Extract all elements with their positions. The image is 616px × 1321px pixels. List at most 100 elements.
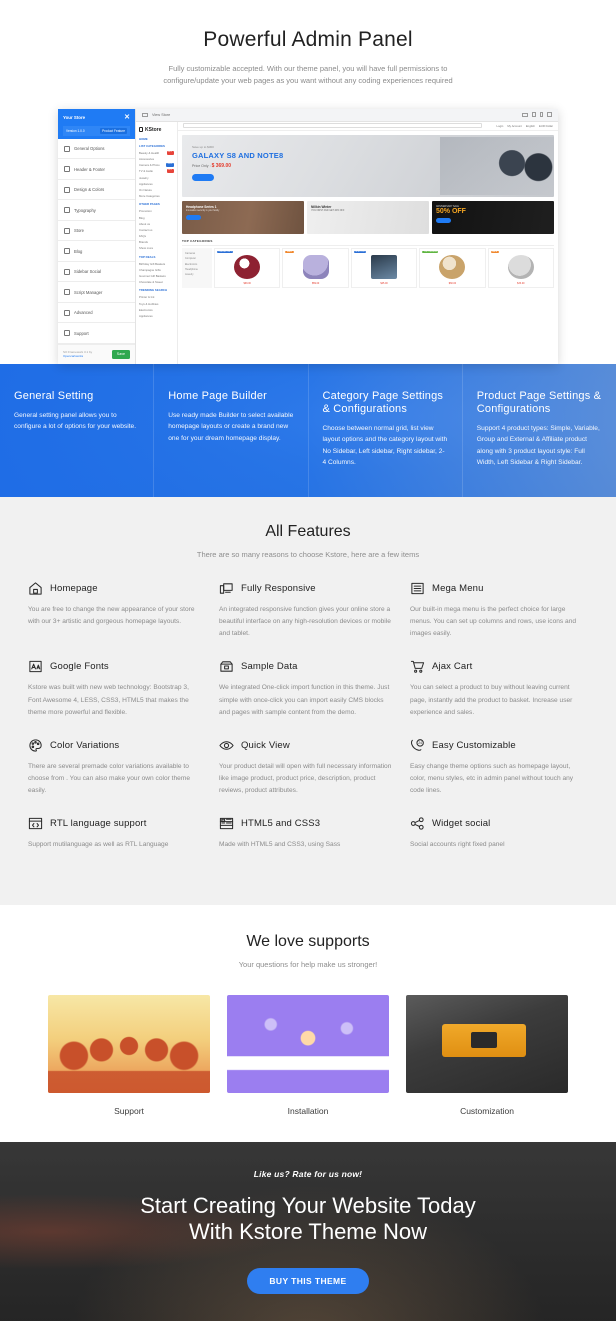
- product-card[interactable]: SALE $59.00: [282, 247, 349, 288]
- close-icon[interactable]: ✕: [124, 114, 130, 121]
- admin-menu-item[interactable]: Sidebar Social: [58, 262, 135, 283]
- admin-menu-item[interactable]: Header & Footer: [58, 159, 135, 180]
- feature-card-title: HTML5 and CSS3: [241, 818, 321, 830]
- feature-card: Ajax Cart You can select a product to buy…: [410, 659, 585, 719]
- banner-shop-now-button[interactable]: [192, 173, 214, 181]
- nav-top-deal-item-label: Gourmet Gift Baskets: [139, 274, 166, 279]
- admin-menu-item[interactable]: General Options: [58, 139, 135, 160]
- promo-2-title: Nillkin Winter: [311, 204, 332, 209]
- promo-3-discount: 50% OFF: [436, 207, 466, 215]
- admin-panel-screenshot: Your Store ✕ Version 1.0.0 Product Featu…: [58, 108, 558, 364]
- store-logo: KStore: [139, 127, 174, 133]
- feature-band-column: Product Page Settings & Configurations Su…: [461, 363, 616, 497]
- framework-credit-link[interactable]: Opencartworks: [63, 354, 92, 359]
- cta-kicker: Like us? Rate for us now!: [253, 1168, 363, 1179]
- nav-category-item-label: TV & Audio: [139, 169, 153, 174]
- support-caption: Installation: [287, 1105, 329, 1116]
- desktop-icon[interactable]: [521, 112, 528, 117]
- phone-24-icon: 24: [410, 738, 425, 753]
- feature-card-header: Homepage: [28, 581, 203, 596]
- keyboard-customize-key-photo: [406, 994, 568, 1093]
- admin-menu-item-label: Blog: [74, 248, 83, 254]
- nav-category-item[interactable]: More Categories: [139, 193, 174, 199]
- feature-card-title: Mega Menu: [432, 582, 484, 594]
- product-price: $60.00: [448, 281, 457, 285]
- product-label: ONLINE ONLY: [217, 250, 234, 253]
- promo-banner-1[interactable]: Headphone Series 1 Innovation security i…: [182, 200, 304, 234]
- nav-top-deal-item[interactable]: Chocolate & Sweet: [139, 279, 174, 285]
- feature-card-text: Kstore was built with new web technology…: [28, 684, 189, 716]
- promo-banners: Headphone Series 1 Innovation security i…: [182, 200, 554, 234]
- save-button[interactable]: Save: [111, 349, 130, 359]
- admin-menu-item-label: Typography: [74, 207, 96, 213]
- feature-card-text: Our built-in mega menu is the perfect ch…: [410, 605, 577, 638]
- feature-card: Color Variations There are several premad…: [28, 738, 203, 798]
- search-input[interactable]: [183, 123, 482, 129]
- support-card-installation[interactable]: Installation: [227, 994, 389, 1116]
- admin-menu-item[interactable]: Store: [58, 221, 135, 242]
- admin-menu-item[interactable]: Typography: [58, 200, 135, 221]
- admin-menu-item-label: Design & Colors: [74, 187, 105, 192]
- admin-menu-item[interactable]: Script Manager: [58, 282, 135, 303]
- product-image: [302, 254, 329, 279]
- feature-band-title: Home Page Builder: [168, 389, 268, 402]
- product-card[interactable]: SALE $33.00: [487, 247, 555, 288]
- admin-menu-item[interactable]: Advanced: [58, 303, 135, 324]
- cta-heading-line-2: With Kstore Theme Now: [188, 1219, 427, 1245]
- storefront-top-link[interactable]: Login: [497, 124, 504, 128]
- monitor-icon: [142, 112, 148, 117]
- feature-card-title: Widget social: [432, 818, 491, 830]
- nav-home[interactable]: HOME: [139, 137, 174, 141]
- share-icon: [64, 268, 70, 275]
- promo-3-button[interactable]: [436, 217, 451, 223]
- feature-card-title: Color Variations: [50, 739, 120, 751]
- nav-group-deals: TOP DEALS: [139, 254, 156, 259]
- admin-sidebar: Your Store ✕ Version 1.0.0 Product Featu…: [58, 108, 136, 364]
- nav-trending-item[interactable]: Appliances: [139, 313, 174, 319]
- cta-heading-line-1: Start Creating Your Website Today: [140, 1192, 476, 1218]
- admin-menu-item[interactable]: Support: [58, 323, 135, 344]
- storefront-top-link[interactable]: English: [526, 124, 535, 128]
- supports-grid: Support Installation Customization: [48, 994, 568, 1116]
- promo-banner-3[interactable]: ANNIVERSARY SALE 50% OFF: [432, 200, 554, 234]
- product-card[interactable]: IN STOCK $45.00: [350, 247, 418, 288]
- mobile-icon[interactable]: [540, 112, 543, 118]
- nav-group-other: OTHER PAGES: [139, 202, 160, 207]
- side-category-item[interactable]: Jewelry: [185, 272, 209, 277]
- nav-trending-list: Printer & Ink Toys & Hobbies Electronics Ap…: [139, 294, 174, 319]
- product-feature-badge[interactable]: Product Feature: [100, 127, 127, 134]
- color-palette-icon: [28, 738, 43, 753]
- product-card[interactable]: TOP ORDERS $60.00: [419, 247, 486, 288]
- support-card-support[interactable]: Support: [48, 994, 210, 1116]
- admin-menu-item-label: Advanced: [74, 310, 93, 315]
- buy-this-theme-button[interactable]: BUY THIS THEME: [247, 1268, 369, 1295]
- product-image: [371, 254, 398, 279]
- nav-trending-item-label: Toys & Hobbies: [139, 301, 159, 306]
- store-selector[interactable]: Your Store: [63, 115, 85, 120]
- nav-other-page-item[interactable]: Show more: [139, 245, 174, 251]
- feature-card-title: Sample Data: [241, 661, 298, 673]
- feature-band-column: Home Page Builder Use ready made Builder …: [153, 363, 307, 497]
- product-card[interactable]: ONLINE ONLY $99.00: [214, 247, 281, 288]
- product-price: $45.00: [380, 281, 388, 285]
- support-card-customization[interactable]: Customization: [406, 994, 568, 1116]
- admin-menu-item[interactable]: Design & Colors: [58, 180, 135, 201]
- hero-subtitle-line-2: configure/update your web pages as you w…: [163, 76, 453, 86]
- nav-tag-badge: HOT: [166, 169, 174, 174]
- storefront-top-link[interactable]: EUR Dollar: [539, 124, 553, 128]
- admin-menu-item[interactable]: Blog: [58, 241, 135, 262]
- feature-card-text: An integrated responsive function gives …: [219, 605, 391, 638]
- admin-menu-item-label: Store: [74, 228, 85, 233]
- feature-band-column: Category Page Settings & Configurations C…: [307, 363, 462, 497]
- view-store-label[interactable]: View Store: [152, 113, 170, 117]
- promo-1-button[interactable]: [186, 214, 201, 220]
- svg-text:24: 24: [418, 741, 422, 745]
- cta-section: Like us? Rate for us now! Start Creating…: [0, 1141, 616, 1321]
- landing-page: Powerful Admin Panel Fully customizable …: [0, 0, 616, 1321]
- storefront-top-link[interactable]: My Account: [507, 124, 521, 128]
- promo-banner-2[interactable]: Nillkin Winter YOU FIRST AND GET 40% OFF: [307, 200, 429, 234]
- fullscreen-icon[interactable]: [547, 112, 552, 118]
- layout-icon: [64, 166, 70, 172]
- admin-menu-item-label: Script Manager: [74, 289, 103, 295]
- tablet-icon[interactable]: [531, 112, 536, 118]
